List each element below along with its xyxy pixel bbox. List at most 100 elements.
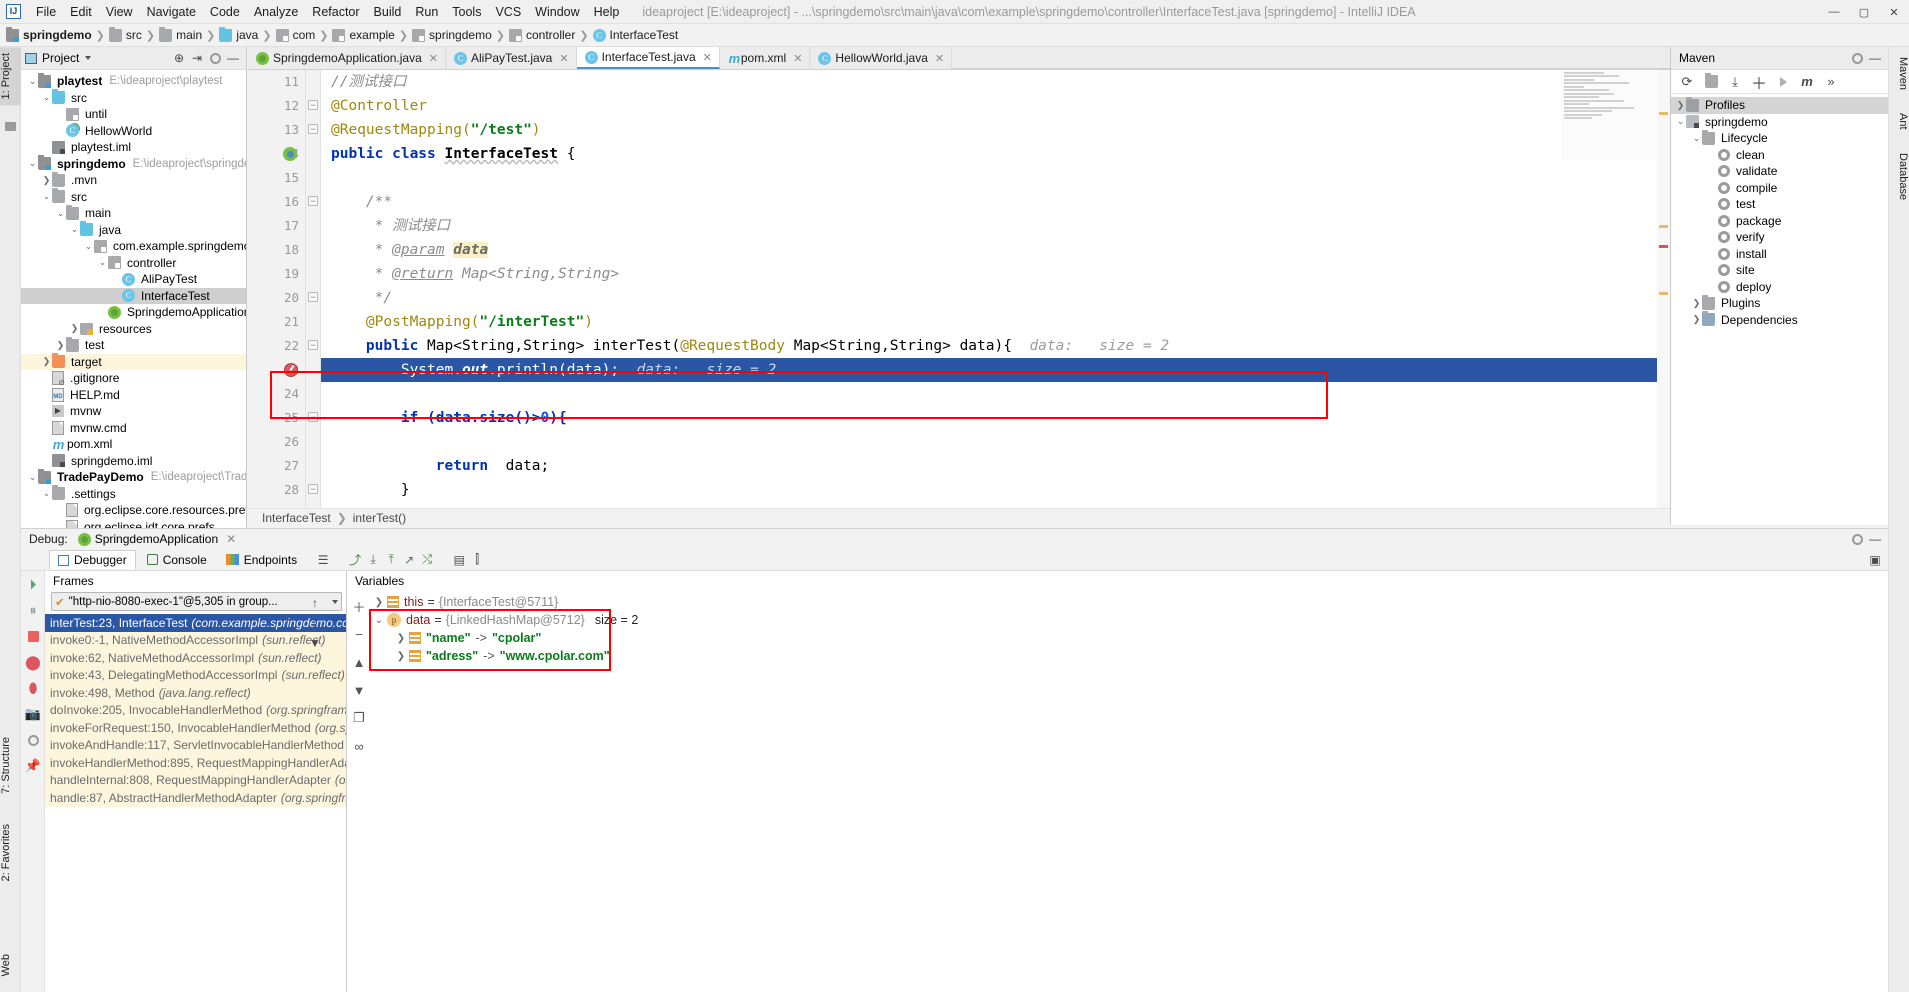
threads-and-variables-icon[interactable]: ⫿ xyxy=(468,551,486,569)
resume-icon[interactable]: ⏵ xyxy=(21,571,45,597)
execute-maven-goal-icon[interactable]: m xyxy=(1796,72,1818,92)
chevron-down-icon[interactable]: ⌄ xyxy=(41,191,52,202)
tree-item-springdemo[interactable]: ⌄springdemoE:\ideaproject\springdemo xyxy=(21,156,246,173)
variable-row-adress-entry[interactable]: ❯ "adress" -> "www.cpolar.com" xyxy=(371,647,638,665)
chevron-down-icon[interactable]: ⌄ xyxy=(41,92,52,103)
add-watch-icon[interactable]: ＋ xyxy=(350,597,368,615)
mute-breakpoints-icon[interactable]: ⬮ xyxy=(21,675,45,701)
tree-item-test[interactable]: ❯test xyxy=(21,337,246,354)
breadcrumb-method[interactable]: interTest() xyxy=(353,511,406,525)
breadcrumb-item-example[interactable]: example xyxy=(349,28,394,42)
reimport-icon[interactable]: ⟳ xyxy=(1676,72,1698,92)
chevron-down-icon[interactable]: ⌄ xyxy=(27,472,38,483)
menu-build[interactable]: Build xyxy=(367,2,409,22)
fold-minus-icon[interactable]: − xyxy=(308,124,318,134)
breadcrumb-item-main[interactable]: main xyxy=(176,28,202,42)
run-to-cursor-icon[interactable]: ⤭ xyxy=(418,551,436,569)
sidebar-item-maven[interactable]: Maven xyxy=(1888,51,1909,96)
stop-icon[interactable] xyxy=(21,623,45,649)
copy-icon[interactable]: ❐ xyxy=(350,709,368,727)
code-minimap[interactable] xyxy=(1561,70,1656,160)
hide-icon[interactable]: — xyxy=(1866,49,1884,67)
tree-item--settings[interactable]: ⌄.settings xyxy=(21,486,246,503)
tree-item-main[interactable]: ⌄main xyxy=(21,205,246,222)
tree-item-tradepaydemo[interactable]: ⌄TradePayDemoE:\ideaproject\TradePay xyxy=(21,469,246,486)
menu-view[interactable]: View xyxy=(99,2,140,22)
maven-item-package[interactable]: ·package xyxy=(1671,213,1888,230)
evaluate-expression-icon[interactable]: ▤ xyxy=(450,551,468,569)
breadcrumb-item-springdemo-pkg[interactable]: springdemo xyxy=(429,28,492,42)
tab-hellowworld[interactable]: C HellowWorld.java ✕ xyxy=(810,47,952,69)
menu-code[interactable]: Code xyxy=(203,2,247,22)
breadcrumb-class[interactable]: InterfaceTest xyxy=(262,511,331,525)
line-number-28[interactable]: 28 xyxy=(248,478,305,502)
tree-item-mvnw[interactable]: ·▶mvnw xyxy=(21,403,246,420)
tree-item-springdemoapplication[interactable]: ·SpringdemoApplication xyxy=(21,304,246,321)
close-icon[interactable]: ✕ xyxy=(226,532,236,546)
line-number-20[interactable]: 20 xyxy=(248,286,305,310)
line-number-15[interactable]: 15 xyxy=(248,166,305,190)
pin-icon[interactable]: 📌 xyxy=(21,753,45,779)
chevron-down-icon[interactable]: ⌄ xyxy=(371,615,387,626)
chevron-down-icon[interactable]: ⌄ xyxy=(1675,116,1686,127)
variable-row-this[interactable]: ❯ this = {InterfaceTest@5711} xyxy=(371,593,638,611)
maven-item-lifecycle[interactable]: ⌄Lifecycle xyxy=(1671,130,1888,147)
settings-icon[interactable] xyxy=(21,727,45,753)
editor-scrollbar[interactable] xyxy=(1657,70,1670,516)
line-number-11[interactable]: 11 xyxy=(248,70,305,94)
step-into-icon[interactable]: ⤓ xyxy=(364,551,382,569)
settings-icon[interactable] xyxy=(206,49,224,67)
source-code[interactable]: //测试接口 @Controller @RequestMapping("/tes… xyxy=(321,70,1670,516)
tree-item-org-eclipse-core-resources-prefs[interactable]: ·org.eclipse.core.resources.prefs xyxy=(21,502,246,519)
line-number-17[interactable]: 17 xyxy=(248,214,305,238)
tree-item--mvn[interactable]: ❯.mvn xyxy=(21,172,246,189)
tree-item-hellowworld[interactable]: ·CHellowWorld xyxy=(21,123,246,140)
scrollbar-error-marker[interactable] xyxy=(1659,245,1668,248)
move-down-icon[interactable]: ▼ xyxy=(350,681,368,699)
locate-icon[interactable]: ⊕ xyxy=(170,49,188,67)
sidebar-item-project[interactable]: 1: Project xyxy=(0,47,21,105)
breadcrumb-item-springdemo[interactable]: springdemo xyxy=(23,28,92,42)
more-icon[interactable]: » xyxy=(1820,72,1842,92)
sort-down-icon[interactable]: ↓ xyxy=(305,613,325,633)
tree-item-help-md[interactable]: ·MDHELP.md xyxy=(21,387,246,404)
line-number-26[interactable]: 26 xyxy=(248,430,305,454)
fold-minus-icon[interactable]: − xyxy=(308,340,318,350)
close-icon[interactable]: ✕ xyxy=(429,52,438,65)
breadcrumb-item-controller[interactable]: controller xyxy=(526,28,575,42)
toggle-watch-icon[interactable]: ∞ xyxy=(350,737,368,755)
chevron-right-icon[interactable]: ❯ xyxy=(393,651,409,662)
line-number-21[interactable]: 21 xyxy=(248,310,305,334)
remove-watch-icon[interactable]: − xyxy=(350,625,368,643)
line-number-27[interactable]: 27 xyxy=(248,454,305,478)
download-sources-icon[interactable]: ⤓ xyxy=(1724,72,1746,92)
line-number-14[interactable]: 14 xyxy=(248,142,305,166)
fold-minus-icon[interactable]: − xyxy=(308,484,318,494)
line-number-22[interactable]: 22 xyxy=(248,334,305,358)
breadcrumb-item-java[interactable]: java xyxy=(236,28,258,42)
run-icon[interactable] xyxy=(1772,72,1794,92)
maven-item-validate[interactable]: ·validate xyxy=(1671,163,1888,180)
add-icon[interactable]: ＋ xyxy=(1748,72,1770,92)
breadcrumb-item-com[interactable]: com xyxy=(293,28,316,42)
chevron-down-icon[interactable] xyxy=(85,56,91,60)
step-out-icon[interactable]: ↗ xyxy=(400,551,418,569)
menu-run[interactable]: Run xyxy=(408,2,445,22)
close-icon[interactable]: ✕ xyxy=(1879,0,1909,24)
tree-item-controller[interactable]: ⌄controller xyxy=(21,255,246,272)
tree-item-alipaytest[interactable]: ·CAliPayTest xyxy=(21,271,246,288)
sidebar-item-database[interactable]: Database xyxy=(1888,147,1909,206)
tree-item-playtest-iml[interactable]: ·playtest.iml xyxy=(21,139,246,156)
chevron-right-icon[interactable]: ❯ xyxy=(55,340,66,351)
sidebar-item-ant[interactable]: Ant xyxy=(1888,107,1909,136)
menu-vcs[interactable]: VCS xyxy=(488,2,528,22)
chevron-down-icon[interactable]: ⌄ xyxy=(69,224,80,235)
chevron-right-icon[interactable]: ❯ xyxy=(1675,100,1686,111)
tree-item-target[interactable]: ❯target xyxy=(21,354,246,371)
menu-window[interactable]: Window xyxy=(528,2,586,22)
fold-minus-icon[interactable]: − xyxy=(308,412,318,422)
line-number-gutter[interactable]: 11121314151617181920212223242526272829 xyxy=(248,70,306,516)
chevron-right-icon[interactable]: ❯ xyxy=(393,633,409,644)
restore-layout-icon[interactable]: ▣ xyxy=(1866,551,1884,569)
menu-file[interactable]: File xyxy=(29,2,63,22)
